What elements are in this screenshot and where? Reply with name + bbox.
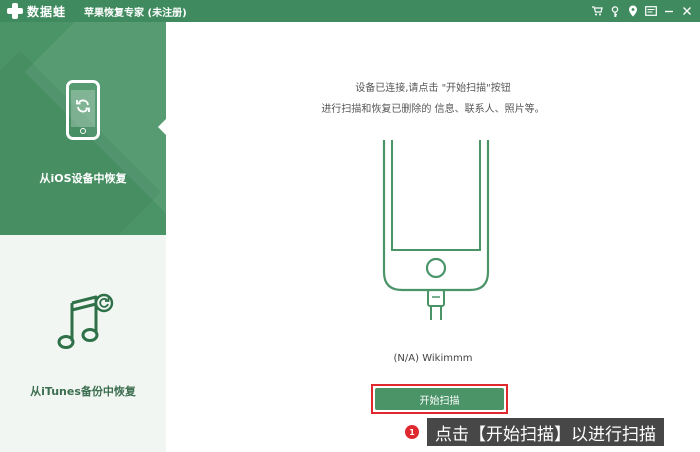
key-icon[interactable] bbox=[608, 4, 622, 18]
minimize-icon[interactable] bbox=[662, 4, 676, 18]
sidebar-item-label: 从iTunes备份中恢复 bbox=[30, 385, 136, 398]
logo-text: 数据蛙 bbox=[27, 4, 67, 19]
iphone-illustration bbox=[382, 140, 490, 320]
start-scan-button[interactable]: 开始扫描 bbox=[375, 388, 504, 410]
sidebar-item-ios-recover[interactable]: 从iOS设备中恢复 bbox=[0, 22, 167, 235]
app-window: 数据蛙 苹果恢复专家 (未注册) 从iOS设备中恢复 从iTunes备份中恢复 … bbox=[0, 0, 700, 452]
cart-icon[interactable] bbox=[590, 4, 604, 18]
feedback-icon[interactable] bbox=[644, 4, 658, 18]
main-panel: 设备已连接,请点击 "开始扫描"按钮 进行扫描和恢复已删除的 信息、联系人、照片… bbox=[166, 22, 700, 452]
sidebar-item-label: 从iOS设备中恢复 bbox=[39, 172, 127, 185]
device-name: (N/A) Wikimmm bbox=[393, 353, 473, 364]
logo-cross-icon bbox=[6, 2, 24, 20]
phone-recover-icon bbox=[66, 80, 100, 140]
sidebar: 从iOS设备中恢复 从iTunes备份中恢复 bbox=[0, 22, 167, 452]
step-badge: 1 bbox=[405, 425, 419, 439]
title-bar: 数据蛙 苹果恢复专家 (未注册) bbox=[0, 0, 700, 22]
tutorial-callout: 1 点击【开始扫描】以进行扫描 bbox=[405, 418, 664, 446]
title-bar-controls bbox=[590, 0, 694, 22]
instruction-line: 进行扫描和恢复已删除的 信息、联系人、照片等。 bbox=[321, 104, 545, 115]
close-icon[interactable] bbox=[680, 4, 694, 18]
sidebar-item-itunes-recover[interactable]: 从iTunes备份中恢复 bbox=[0, 235, 166, 452]
pin-icon[interactable] bbox=[626, 4, 640, 18]
instruction-text: 设备已连接,请点击 "开始扫描"按钮 进行扫描和恢复已删除的 信息、联系人、照片… bbox=[166, 78, 700, 120]
scan-button-highlight: 开始扫描 bbox=[371, 384, 508, 414]
app-logo: 数据蛙 bbox=[6, 2, 66, 20]
callout-text: 点击【开始扫描】以进行扫描 bbox=[427, 418, 664, 446]
app-title: 苹果恢复专家 (未注册) bbox=[84, 7, 187, 19]
itunes-music-icon bbox=[57, 293, 114, 349]
instruction-line: 设备已连接,请点击 "开始扫描"按钮 bbox=[355, 83, 511, 94]
